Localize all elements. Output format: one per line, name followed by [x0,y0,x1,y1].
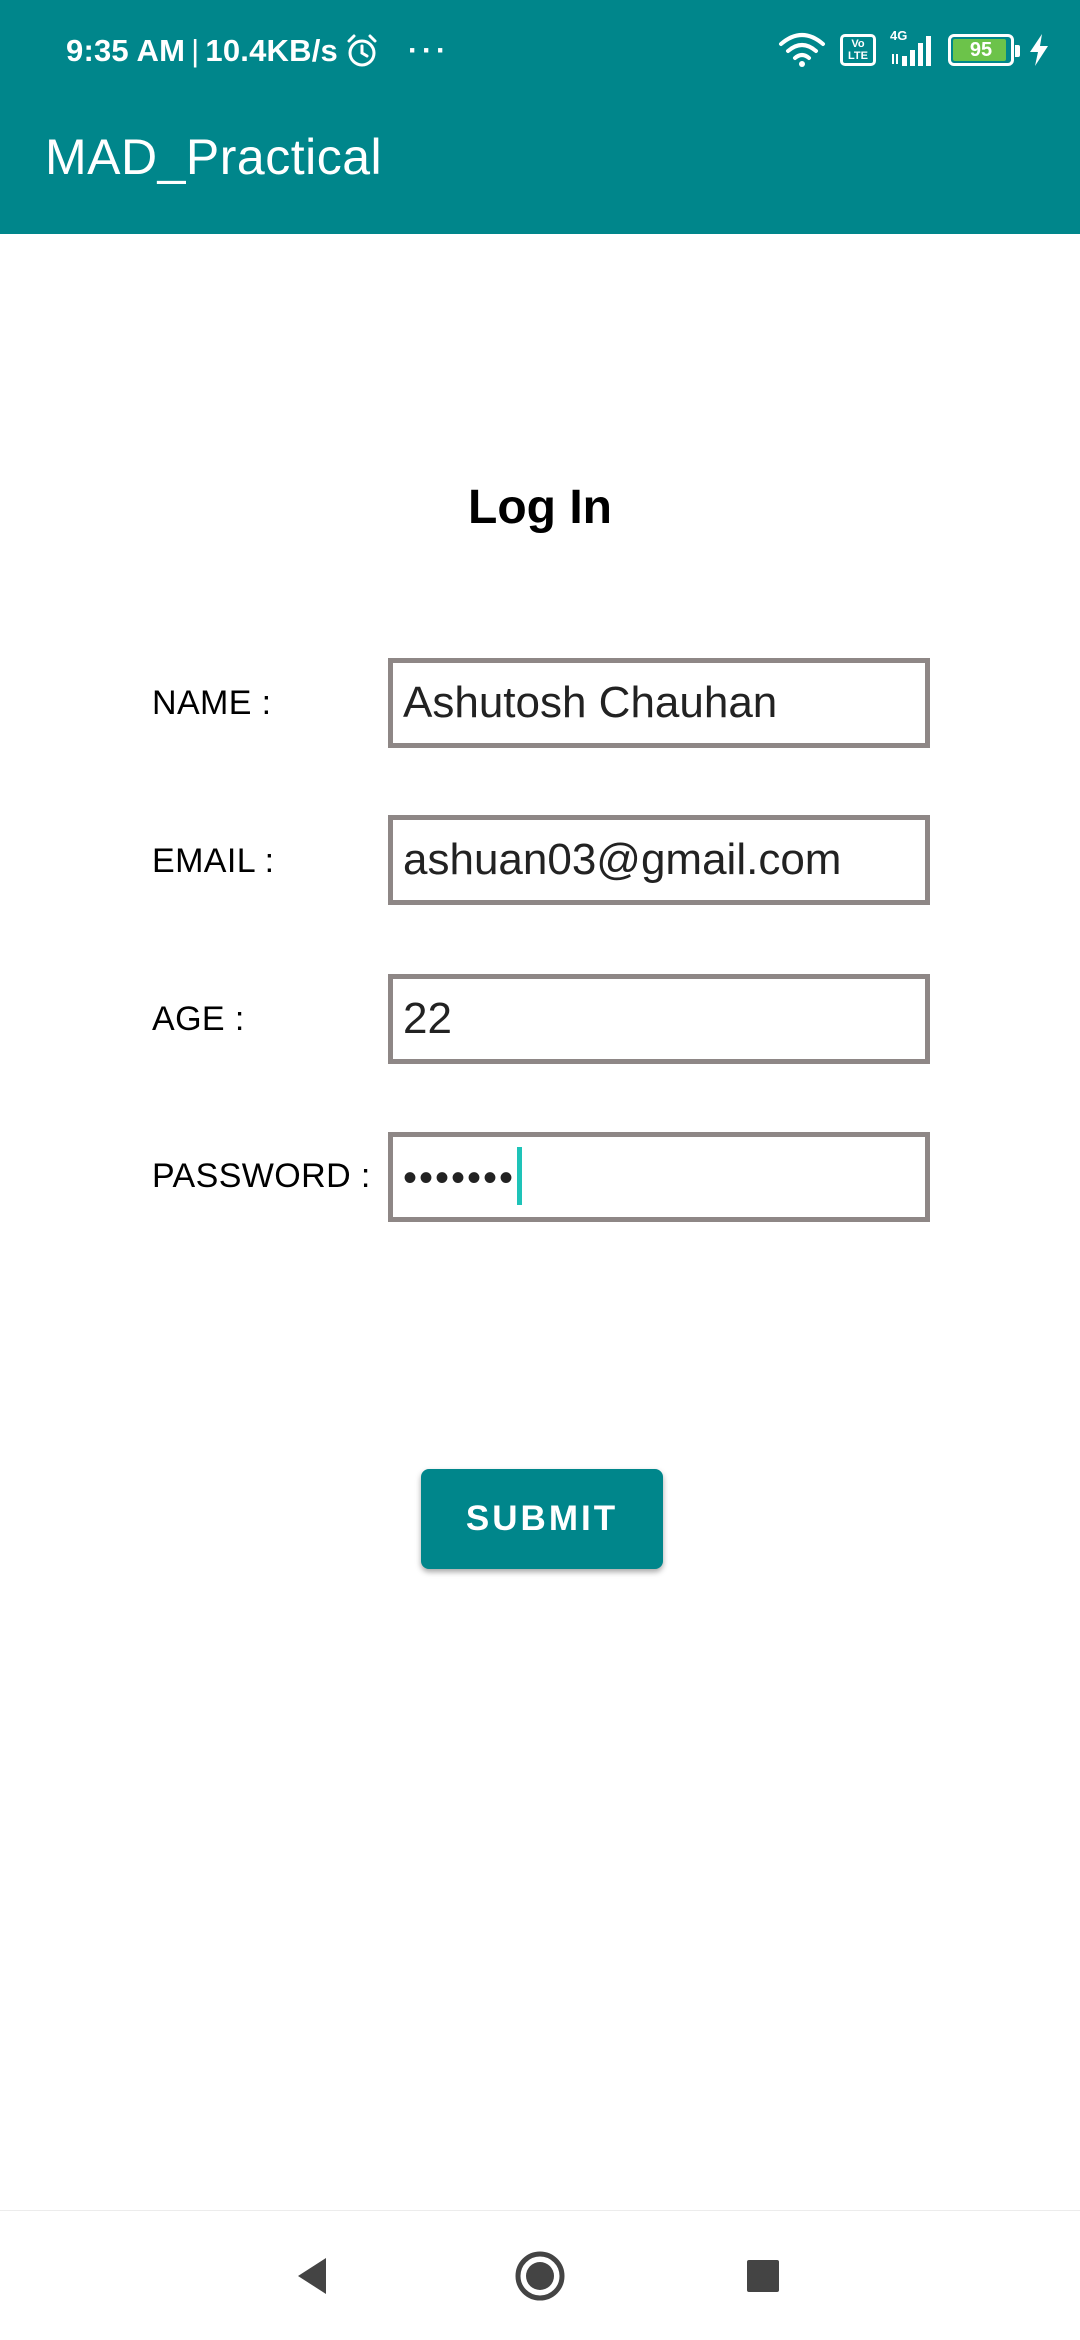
email-value: ashuan03@gmail.com [403,835,842,884]
name-label: NAME : [152,684,272,722]
text-cursor [517,1147,523,1206]
wifi-icon [779,33,825,67]
age-input[interactable]: 22 [388,974,930,1064]
status-time: 9:35 AM [66,33,186,68]
alarm-clock-icon [347,34,377,67]
password-value: ••••••• [403,1156,516,1200]
age-value: 22 [403,994,452,1043]
status-left: 9:35 AM | 10.4KB/s ··· [66,30,450,72]
status-bar: 9:35 AM | 10.4KB/s ··· Vo LTE 4G 95 [0,0,1080,100]
page-title: Log In [468,481,612,534]
navigation-bar [0,2210,1080,2340]
volte-icon: Vo LTE [840,34,876,66]
lightning-bolt-icon [1030,34,1048,66]
back-triangle-icon [298,2258,326,2294]
battery-tip [1015,45,1020,57]
status-right: Vo LTE 4G 95 [764,28,1050,72]
email-label: EMAIL : [152,842,275,880]
top-area: 9:35 AM | 10.4KB/s ··· Vo LTE 4G 95 MAD_… [0,0,1080,234]
recents-square-icon [747,2260,779,2292]
back-button[interactable] [252,2211,372,2340]
more-dots-icon: ··· [407,34,450,67]
name-input[interactable]: Ashutosh Chauhan [388,658,930,748]
app-bar-title: MAD_Practical [45,129,383,185]
home-button[interactable] [480,2211,600,2340]
age-label: AGE : [152,1000,245,1038]
signal-bars-icon [892,36,931,66]
recents-button[interactable] [703,2211,823,2340]
home-circle-icon [515,2251,565,2301]
network-speed: 10.4KB/s [205,33,338,68]
battery-level: 95 [969,39,993,61]
email-input[interactable]: ashuan03@gmail.com [388,815,930,905]
name-value: Ashutosh Chauhan [403,678,778,727]
status-separator: | [191,33,200,68]
password-input[interactable]: ••••••• [388,1132,930,1222]
submit-button[interactable]: SUBMIT [421,1469,663,1569]
battery-icon: 95 [948,34,1020,66]
password-label: PASSWORD : [152,1157,371,1195]
cell-signal-icon: 4G [890,28,934,68]
